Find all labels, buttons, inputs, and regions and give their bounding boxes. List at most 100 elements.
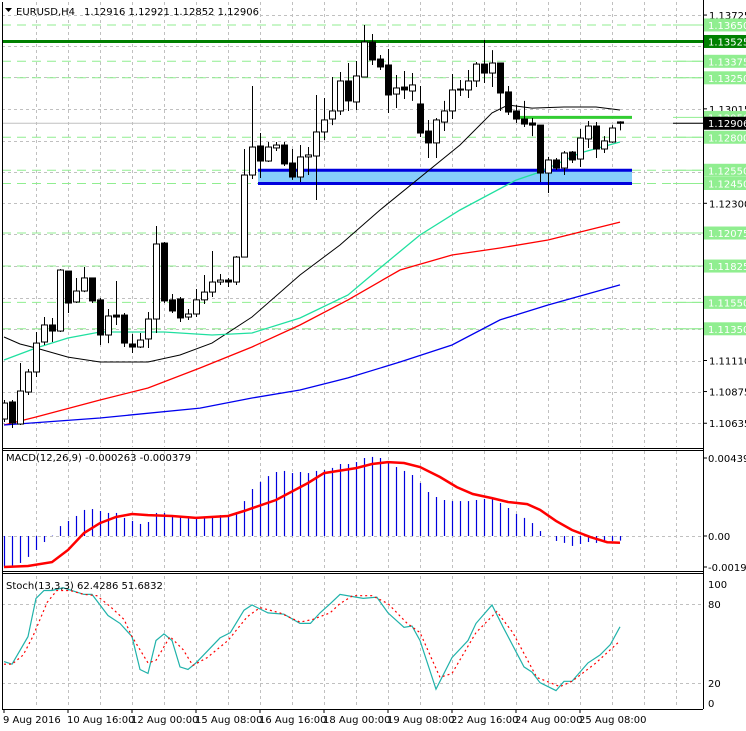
candle[interactable]: [449, 73, 456, 120]
candle[interactable]: [113, 280, 120, 325]
candle[interactable]: [529, 117, 536, 137]
candle[interactable]: [209, 250, 216, 297]
axes: 1.137251.130151.123001.111101.108751.106…: [2, 0, 746, 726]
candle[interactable]: [329, 77, 336, 126]
chart-header: EURUSD,H4 1.12916 1.12921 1.12852 1.1290…: [5, 7, 259, 18]
candle[interactable]: [521, 100, 528, 127]
candle[interactable]: [433, 117, 440, 158]
candle[interactable]: [289, 149, 296, 180]
candle[interactable]: [273, 142, 280, 151]
candle-body: [257, 145, 264, 162]
candle-body: [393, 87, 400, 95]
candle[interactable]: [601, 136, 608, 153]
candle-body: [401, 86, 408, 91]
candle[interactable]: [217, 273, 224, 285]
candle[interactable]: [553, 157, 560, 171]
candle[interactable]: [145, 312, 152, 348]
candle[interactable]: [489, 50, 496, 88]
candle[interactable]: [513, 105, 520, 123]
candle[interactable]: [225, 277, 232, 288]
candle[interactable]: [569, 150, 576, 164]
candle[interactable]: [81, 266, 88, 293]
candle-body: [537, 124, 544, 174]
candle[interactable]: [49, 317, 56, 343]
candle[interactable]: [193, 289, 200, 318]
candle[interactable]: [265, 142, 272, 162]
candle[interactable]: [169, 294, 176, 313]
support-zone[interactable]: [258, 170, 632, 184]
candle[interactable]: [425, 119, 432, 158]
candle[interactable]: [25, 368, 32, 395]
candle[interactable]: [361, 24, 368, 78]
candle[interactable]: [369, 33, 376, 65]
candle[interactable]: [537, 124, 544, 183]
candle-body: [433, 119, 440, 144]
candle-body: [145, 318, 152, 340]
candle[interactable]: [17, 363, 24, 425]
candle[interactable]: [97, 298, 104, 346]
candle[interactable]: [233, 256, 240, 285]
candle[interactable]: [497, 62, 504, 111]
candle[interactable]: [321, 98, 328, 141]
candle[interactable]: [353, 61, 360, 111]
candle[interactable]: [609, 125, 616, 143]
candle[interactable]: [185, 308, 192, 320]
macd-panel[interactable]: [3, 456, 622, 569]
stochastic-panel[interactable]: [3, 587, 621, 692]
macd-tick-label: 0.004398: [708, 454, 746, 465]
candle[interactable]: [585, 121, 592, 148]
candle[interactable]: [161, 242, 168, 304]
candle[interactable]: [105, 308, 112, 344]
candle[interactable]: [121, 312, 128, 348]
candle[interactable]: [417, 85, 424, 137]
candle-body: [521, 118, 528, 125]
macd-tick-label: -0.001917: [708, 563, 746, 574]
price-panel[interactable]: [2, 24, 704, 429]
candle[interactable]: [281, 142, 288, 167]
candle[interactable]: [177, 296, 184, 323]
candle[interactable]: [457, 80, 464, 97]
time-label: 9 Aug 2016: [3, 715, 61, 726]
candle[interactable]: [249, 85, 256, 179]
candle[interactable]: [345, 63, 352, 111]
trading-chart[interactable]: 1.137251.130151.123001.111101.108751.106…: [0, 0, 746, 731]
candle[interactable]: [297, 145, 304, 183]
candle[interactable]: [241, 149, 248, 258]
ma-red-line: [3, 221, 621, 426]
candle[interactable]: [33, 331, 40, 378]
candle[interactable]: [137, 333, 144, 348]
time-label: 18 Aug 00:00: [323, 715, 390, 726]
triangle-down-icon[interactable]: [5, 8, 12, 12]
candle[interactable]: [65, 270, 72, 313]
candle[interactable]: [505, 85, 512, 116]
candle[interactable]: [593, 122, 600, 158]
candle[interactable]: [401, 70, 408, 99]
candle-body: [369, 41, 376, 61]
candle[interactable]: [337, 71, 344, 116]
candle[interactable]: [465, 70, 472, 99]
candle[interactable]: [73, 277, 80, 304]
resistance-price-label: 1.13525: [708, 37, 746, 48]
candle[interactable]: [201, 275, 208, 304]
candle-body: [425, 130, 432, 144]
candle-body: [57, 269, 64, 332]
stoch-tick-label: 0: [708, 699, 714, 710]
candle[interactable]: [41, 317, 48, 346]
candle-body: [161, 242, 168, 302]
candle[interactable]: [441, 100, 448, 132]
candle[interactable]: [393, 75, 400, 109]
candle[interactable]: [153, 226, 160, 334]
candle[interactable]: [57, 268, 64, 332]
candle[interactable]: [129, 333, 136, 353]
candle[interactable]: [577, 129, 584, 167]
candle[interactable]: [385, 49, 392, 113]
candle[interactable]: [473, 61, 480, 88]
candle-body: [497, 62, 504, 94]
candle-body: [601, 140, 608, 150]
time-label: 24 Aug 00:00: [515, 715, 582, 726]
candle[interactable]: [89, 277, 96, 304]
candle[interactable]: [377, 54, 384, 71]
candle-body: [585, 125, 592, 140]
candle-body: [169, 299, 176, 312]
candle[interactable]: [617, 121, 624, 131]
